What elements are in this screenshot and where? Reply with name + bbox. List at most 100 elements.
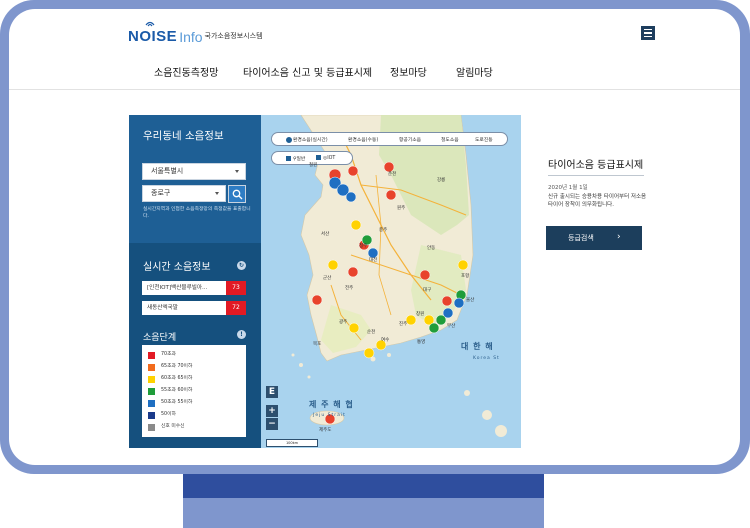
legend-swatch: [148, 351, 155, 359]
map-place-label: 통영: [417, 340, 426, 345]
map-place-label: 군산: [323, 276, 332, 281]
legend-item: 50이하: [148, 411, 176, 419]
panel-note: 실시간지역과 인접한 소음측정망의 측정값을 표출합니다.: [143, 207, 251, 219]
zoom-out-button[interactable]: −: [266, 418, 278, 430]
chevron-right-icon: ›: [617, 232, 621, 242]
radio-label: 환경소음(수동): [348, 138, 379, 143]
logo-info-text: Info: [179, 29, 203, 45]
tire-section-title: 타이어소음 등급표시제: [548, 160, 644, 171]
main-navigation: 소음진동측정망 타이어소음 신고 및 등급표시제 정보마당 알림마당: [9, 64, 740, 86]
legend-item: 55초과 60이하: [148, 387, 192, 395]
radio-env-realtime[interactable]: 환경소음(실시간): [286, 136, 328, 143]
legend-item: 60초과 65이하: [148, 375, 192, 383]
map-place-label: 여수: [381, 338, 390, 343]
map-place-label: 순천: [367, 330, 376, 335]
map-place-label: 대구: [423, 288, 432, 293]
panel-title: 우리동네 소음정보: [143, 130, 224, 142]
map-place-label: 충주: [379, 228, 388, 233]
legend-label: 50이하: [161, 412, 176, 417]
city-select-value: 서울특별시: [151, 167, 184, 175]
legend-label: 65초과 70이하: [161, 364, 193, 369]
korea-map[interactable]: 환경소음(실시간) 환경소음(수동) 항공기소음 철도소음 도로진동 ⚲일반 ◎…: [261, 115, 521, 448]
realtime-title: 실시간 소음정보: [143, 262, 211, 273]
legend-item: 신호 미수신: [148, 423, 185, 431]
map-place-label: 철원: [309, 163, 318, 168]
nav-item-notice[interactable]: 알림마당: [456, 64, 493, 79]
sea-label-south-en: Jeju Strait: [313, 413, 346, 418]
legend-label: 60초과 65이하: [161, 376, 193, 381]
signal-wave-icon: [145, 21, 155, 27]
tire-section-date: 2020년 1월 1일: [548, 185, 588, 191]
site-logo[interactable]: NOISE Info 국가소음정보시스템: [128, 21, 263, 45]
nav-item-info[interactable]: 정보마당: [390, 64, 427, 79]
legend-swatch: [148, 411, 155, 419]
sea-label-east: 대 한 해: [461, 342, 494, 351]
realtime-row[interactable]: 새동산엑국말 72: [142, 301, 246, 315]
map-scale-bar: 100km: [266, 439, 318, 447]
radio-label: 철도소음: [441, 138, 459, 143]
map-place-label: 목포: [313, 342, 322, 347]
nav-item-tire-noise[interactable]: 타이어소음 신고 및 등급표시제: [243, 64, 372, 79]
map-place-label: 대전: [369, 258, 378, 263]
map-place-label: 안동: [427, 246, 436, 251]
radio-aircraft[interactable]: 항공기소음: [399, 136, 421, 143]
hamburger-menu-icon[interactable]: [641, 26, 655, 40]
search-button[interactable]: [228, 185, 246, 203]
monitor-frame: NOISE Info 국가소음정보시스템 소음진동측정망 타이어소음 신고 및 …: [0, 0, 750, 474]
district-select-value: 종로구: [151, 189, 171, 197]
radio-label: 도로진동: [475, 138, 493, 143]
map-place-label: 창원: [416, 312, 425, 317]
chevron-down-icon: [235, 170, 239, 173]
noise-level-title: 소음단계: [143, 333, 177, 343]
grade-search-button[interactable]: 등급검색 ›: [546, 226, 642, 250]
chevron-down-icon: [215, 192, 219, 195]
monitor-stand-base: [183, 498, 544, 528]
legend-item: 50초과 55이하: [148, 399, 192, 407]
legend-label: 70초과: [161, 352, 176, 357]
map-place-label: 서산: [321, 232, 330, 237]
sea-label-east-en: Korea St: [473, 356, 500, 361]
checkbox-checked-icon: [286, 156, 291, 161]
map-place-label: 울산: [466, 298, 475, 303]
noise-map-widget: 우리동네 소음정보 서울특별시 종로구 실시간지역과 인접한 소음측정망의 측정…: [129, 115, 521, 448]
screen: NOISE Info 국가소음정보시스템 소음진동측정망 타이어소음 신고 및 …: [9, 9, 740, 465]
realtime-row-name: [인천IOT]백산블루빌아...: [147, 285, 208, 291]
legend-swatch: [148, 387, 155, 395]
monitor-stand-neck: [183, 474, 544, 498]
radio-selected-icon: [286, 136, 292, 143]
map-place-label: 진주: [399, 322, 408, 327]
map-layer-toggle-button[interactable]: E: [266, 386, 278, 398]
header-divider: [9, 89, 740, 90]
checkbox-label: 일반: [296, 157, 306, 162]
map-place-label: 청주: [359, 244, 368, 249]
radio-railway[interactable]: 철도소음: [441, 136, 459, 143]
legend-item: 70초과: [148, 351, 176, 359]
district-select[interactable]: 종로구: [142, 185, 226, 202]
tire-section-description: 신규 출시되는 승용차용 타이어부터 저소음 타이어 장착이 의무화됩니다.: [548, 194, 647, 208]
map-place-label: 원주: [397, 206, 406, 211]
legend-label: 55초과 60이하: [161, 388, 193, 393]
checkbox-label: IOT: [327, 156, 336, 161]
search-icon: [232, 189, 243, 200]
info-icon[interactable]: !: [237, 330, 246, 339]
radio-env-manual[interactable]: 환경소음(수동): [348, 136, 378, 143]
map-place-label: 부산: [447, 324, 456, 329]
sea-label-south: 제 주 해 협: [309, 400, 354, 409]
city-select[interactable]: 서울특별시: [142, 163, 246, 180]
radio-road-vibration[interactable]: 도로진동: [475, 136, 493, 143]
map-place-label: 강릉: [437, 178, 446, 183]
zoom-in-button[interactable]: +: [266, 405, 278, 417]
checkbox-general[interactable]: ⚲일반: [286, 155, 305, 162]
local-noise-panel: 우리동네 소음정보 서울특별시 종로구 실시간지역과 인접한 소음측정망의 측정…: [129, 115, 261, 448]
refresh-icon[interactable]: ↻: [237, 261, 246, 270]
tire-section-divider: [548, 175, 644, 176]
map-place-label: 제주도: [319, 428, 332, 433]
logo-subtitle: 국가소음정보시스템: [204, 32, 263, 40]
legend-label: 신호 미수신: [161, 424, 185, 429]
legend-swatch: [148, 423, 155, 431]
legend-swatch: [148, 375, 155, 383]
realtime-row[interactable]: [인천IOT]백산블루빌아... 73: [142, 281, 246, 295]
nav-item-monitoring[interactable]: 소음진동측정망: [154, 64, 218, 79]
radio-label: 환경소음(실시간): [293, 138, 328, 143]
checkbox-iot[interactable]: ◎IOT: [316, 155, 335, 161]
